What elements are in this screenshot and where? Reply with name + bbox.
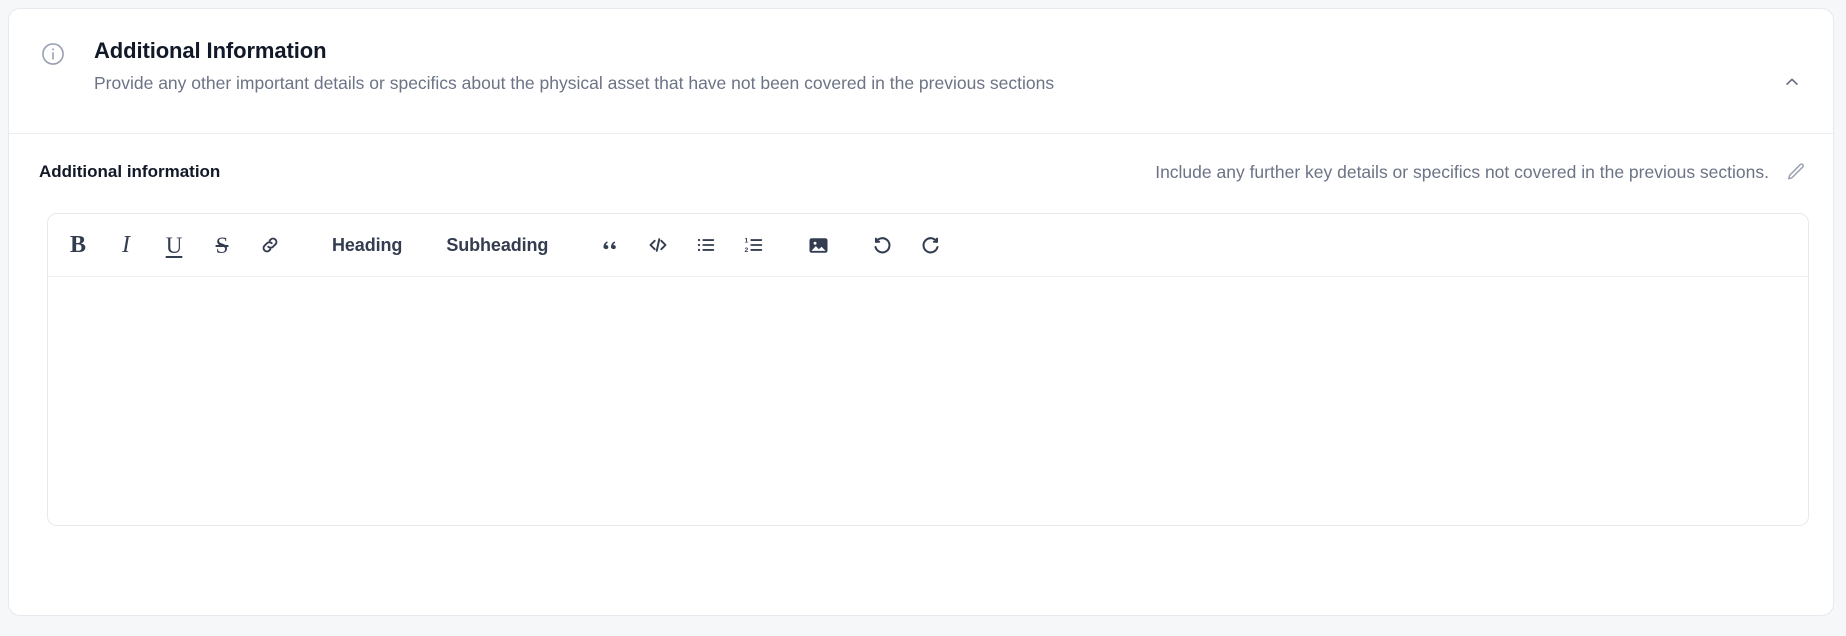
- additional-information-textarea[interactable]: [48, 277, 1808, 525]
- image-icon: [807, 234, 830, 257]
- section-subtitle: Provide any other important details or s…: [94, 73, 1055, 93]
- svg-text:1: 1: [745, 237, 749, 244]
- numbered-list-icon: 1 2: [743, 234, 765, 256]
- chevron-up-icon: [1782, 72, 1802, 92]
- redo-icon: [919, 234, 942, 257]
- subheading-button[interactable]: Subheading: [431, 225, 563, 265]
- link-icon: [259, 234, 281, 256]
- additional-information-card: Additional Information Provide any other…: [8, 8, 1834, 616]
- numbered-list-button[interactable]: 1 2: [737, 225, 771, 265]
- strikethrough-button[interactable]: S: [205, 225, 239, 265]
- quote-icon: [600, 235, 620, 255]
- additional-information-hint: Include any further key details or speci…: [1155, 162, 1769, 182]
- undo-icon: [871, 234, 894, 257]
- page-title: Additional Information: [94, 38, 327, 63]
- code-block-button[interactable]: [641, 225, 675, 265]
- undo-button[interactable]: [865, 225, 899, 265]
- rich-text-editor[interactable]: B I U S Heading Subheading 1 2: [47, 213, 1809, 526]
- bullet-list-icon: [695, 234, 717, 256]
- link-button[interactable]: [253, 225, 287, 265]
- italic-icon: I: [122, 232, 130, 258]
- redo-button[interactable]: [913, 225, 947, 265]
- additional-information-label: Additional information: [39, 162, 221, 181]
- heading-button[interactable]: Heading: [317, 225, 417, 265]
- section-header-content: Additional Information Provide any other…: [40, 37, 1773, 95]
- info-circle-icon: [40, 41, 66, 67]
- bold-icon: B: [69, 232, 86, 258]
- bulleted-list-button[interactable]: [689, 225, 723, 265]
- pencil-icon[interactable]: [1785, 161, 1807, 183]
- editor-toolbar: B I U S Heading Subheading 1 2: [48, 214, 1808, 277]
- section-header-text-block: Additional Information Provide any other…: [94, 37, 1773, 95]
- field-header-row: Additional information Include any furth…: [39, 159, 1807, 185]
- italic-button[interactable]: I: [109, 225, 143, 265]
- blockquote-button[interactable]: [593, 225, 627, 265]
- underline-button[interactable]: U: [157, 225, 191, 265]
- insert-image-button[interactable]: [801, 225, 835, 265]
- code-icon: [647, 234, 669, 256]
- underline-icon: U: [165, 232, 183, 258]
- section-header[interactable]: Additional Information Provide any other…: [9, 9, 1833, 134]
- subheading-label: Subheading: [446, 234, 549, 255]
- strikethrough-icon: S: [215, 232, 229, 258]
- heading-label: Heading: [332, 234, 403, 255]
- bold-button[interactable]: B: [61, 225, 95, 265]
- svg-text:2: 2: [745, 247, 749, 254]
- collapse-section-button[interactable]: [1777, 67, 1807, 97]
